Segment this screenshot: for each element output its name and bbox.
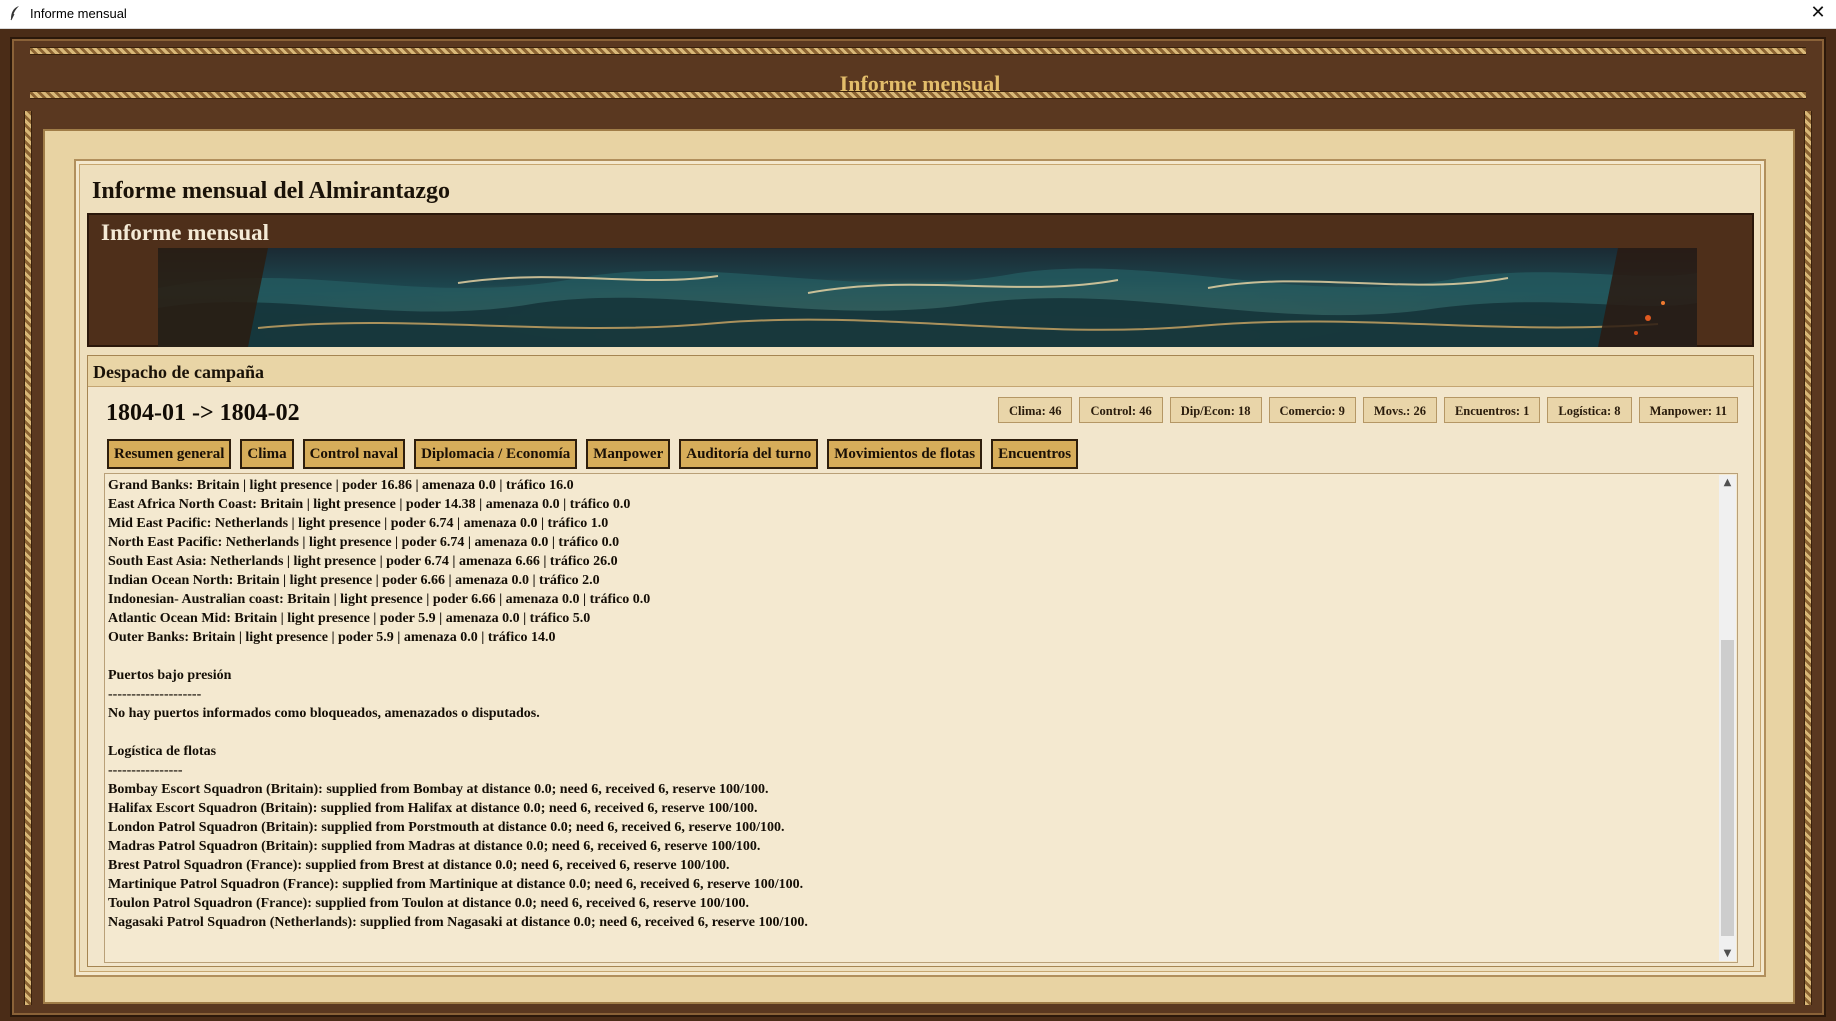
stat-manpower: Manpower: 11 (1638, 397, 1738, 423)
report-line (107, 723, 1715, 742)
parchment-panel: Informe mensual del Almirantazgo Informe… (43, 129, 1795, 1004)
report-line: Indian Ocean North: Britain | light pres… (108, 573, 600, 588)
stat-dip-econ: Dip/Econ: 18 (1169, 397, 1262, 423)
report-window: Informe mensual del Almirantazgo Informe… (74, 159, 1766, 977)
banner-label: Informe mensual (101, 220, 270, 245)
banner: Informe mensual (87, 213, 1754, 347)
report-line: Martinique Patrol Squadron (France): sup… (108, 877, 804, 892)
tab-bar: Resumen general Clima Control naval Dipl… (107, 439, 1079, 469)
report-line: North East Pacific: Netherlands | light … (108, 535, 620, 550)
report-line: East Africa North Coast: Britain | light… (108, 497, 631, 512)
dispatch-label: Despacho de campaña (93, 362, 265, 382)
report-line: Nagasaki Patrol Squadron (Netherlands): … (108, 915, 808, 930)
stat-encuentros: Encuentros: 1 (1443, 397, 1541, 423)
report-line: Halifax Escort Squadron (Britain): suppl… (108, 801, 758, 816)
report-line: Atlantic Ocean Mid: Britain | light pres… (108, 611, 591, 626)
stat-control: Control: 46 (1079, 397, 1163, 423)
report-line: Toulon Patrol Squadron (France): supplie… (108, 896, 750, 911)
report-line: London Patrol Squadron (Britain): suppli… (108, 820, 785, 835)
report-line: Grand Banks: Britain | light presence | … (108, 478, 574, 493)
report-line: Bombay Escort Squadron (Britain): suppli… (108, 782, 769, 797)
stat-comercio: Comercio: 9 (1268, 397, 1356, 423)
stat-logistica: Logística: 8 (1547, 397, 1632, 423)
scroll-thumb[interactable] (1721, 640, 1734, 936)
report-line: South East Asia: Netherlands | light pre… (108, 554, 618, 569)
tab-manpower[interactable]: Manpower (586, 439, 671, 469)
stat-movs: Movs.: 26 (1362, 397, 1437, 423)
window-titlebar: Informe mensual ✕ (0, 0, 1836, 29)
scroll-up-icon[interactable]: ▲ (1719, 477, 1736, 488)
report-line: -------------------- (108, 687, 202, 702)
report-line: No hay puertos informados como bloqueado… (108, 706, 540, 721)
page-title: Informe mensual del Almirantazgo (92, 178, 450, 204)
report-line: Logística de flotas (108, 744, 217, 759)
close-icon[interactable]: ✕ (1806, 2, 1830, 22)
rope-border-top (30, 47, 1806, 55)
window-title: Informe mensual (30, 6, 127, 21)
report-line: Mid East Pacific: Netherlands | light pr… (108, 516, 609, 531)
rope-border-header (30, 91, 1806, 99)
report-line: ---------------- (108, 763, 183, 778)
report-text: Grand Banks: Britain | light presence | … (107, 476, 1715, 960)
tab-clima[interactable]: Clima (240, 439, 294, 469)
vertical-scrollbar[interactable]: ▲ ▼ (1719, 475, 1736, 961)
scroll-down-icon[interactable]: ▼ (1719, 948, 1736, 959)
report-textarea[interactable]: Grand Banks: Britain | light presence | … (104, 473, 1738, 963)
dispatch-header: Despacho de campaña (88, 356, 1753, 387)
rope-border-right (1804, 111, 1812, 1005)
tab-encuentros[interactable]: Encuentros (991, 439, 1079, 469)
tab-auditoria-turno[interactable]: Auditoría del turno (679, 439, 819, 469)
report-line: Outer Banks: Britain | light presence | … (108, 630, 556, 645)
tab-movimientos-flotas[interactable]: Movimientos de flotas (827, 439, 983, 469)
tab-diplomacia-economia[interactable]: Diplomacia / Economía (414, 439, 578, 469)
tab-control-naval[interactable]: Control naval (302, 439, 406, 469)
stormy-sea-banner (158, 248, 1697, 347)
feather-icon (10, 6, 19, 21)
tab-resumen-general[interactable]: Resumen general (107, 439, 232, 469)
stats-row: Clima: 46 Control: 46 Dip/Econ: 18 Comer… (998, 397, 1738, 423)
report-line (107, 647, 1715, 666)
outer-frame: Informe mensual Informe mensual del Almi… (10, 37, 1826, 1017)
period-label: 1804-01 -> 1804-02 (106, 400, 300, 426)
report-line: Puertos bajo presión (108, 668, 232, 683)
dispatch-panel: Despacho de campaña 1804-01 -> 1804-02 C… (87, 355, 1754, 967)
report-line: Indonesian- Australian coast: Britain | … (108, 592, 651, 607)
report-line: Brest Patrol Squadron (France): supplied… (108, 858, 730, 873)
report-line: Madras Patrol Squadron (Britain): suppli… (108, 839, 761, 854)
stat-clima: Clima: 46 (998, 397, 1073, 423)
rope-border-left (24, 111, 32, 1005)
